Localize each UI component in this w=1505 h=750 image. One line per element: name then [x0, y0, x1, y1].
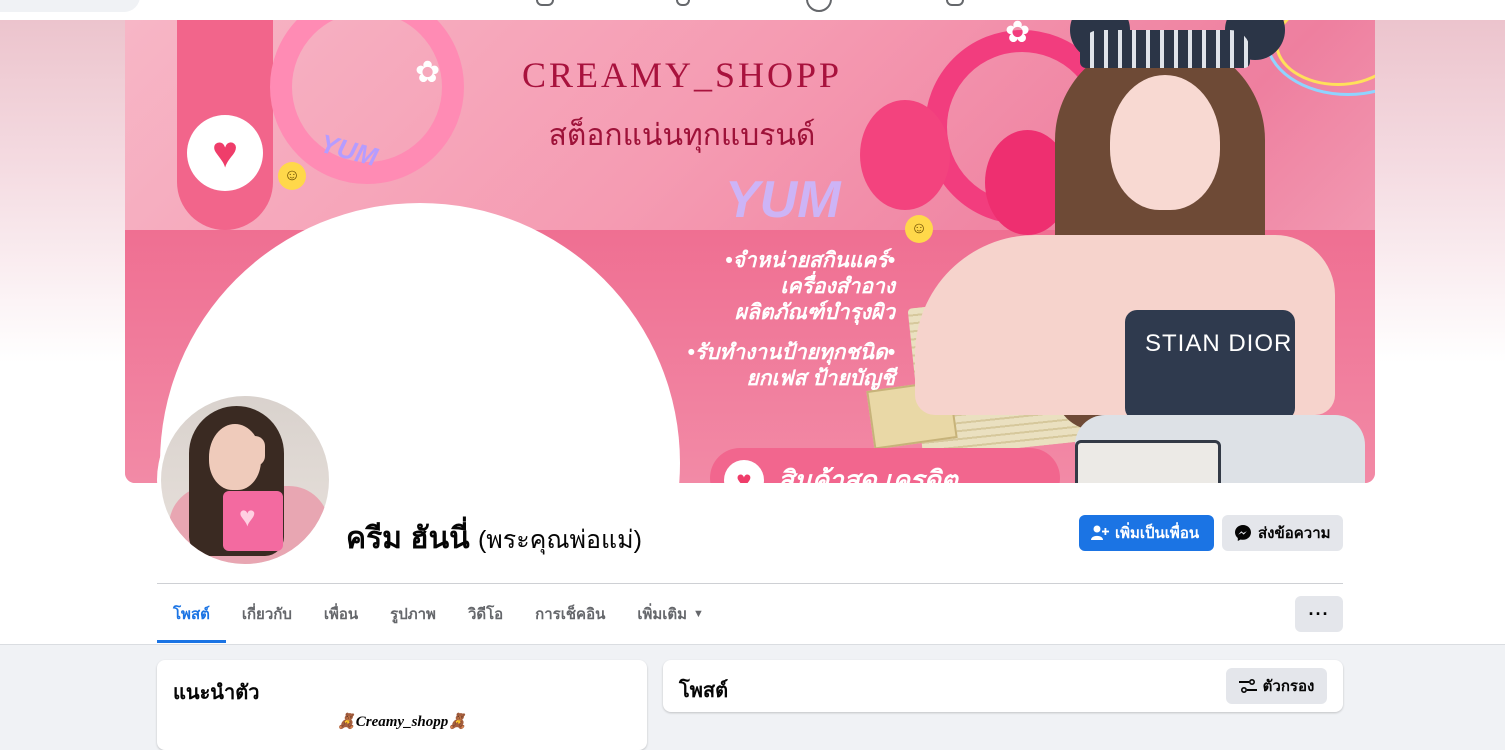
posts-heading: โพสต์ [679, 680, 729, 702]
tab-label: เกี่ยวกับ [241, 606, 292, 623]
more-options-button[interactable]: ··· [1295, 596, 1343, 632]
profile-avatar[interactable] [161, 396, 329, 564]
search-bar[interactable] [0, 0, 140, 12]
add-friend-button[interactable]: เพิ่มเป็นเพื่อน [1079, 515, 1214, 551]
service-line: ยกเฟส ป้ายบัญชี [746, 367, 895, 390]
cover-bottom-banner: ♥ สินค้าสด เครดิต [710, 448, 1060, 483]
illustration-bag [1075, 440, 1221, 483]
flower-icon: ✿ [415, 56, 441, 89]
tab-label: เพิ่มเติม [637, 606, 688, 623]
nav-gaming-icon[interactable] [946, 0, 964, 6]
balloon-decoration [860, 100, 950, 210]
avatar-top [223, 491, 283, 551]
smiley-icon: ☺ [905, 215, 933, 243]
tab-label: รูปภาพ [390, 606, 436, 623]
smiley-icon: ☺ [278, 162, 306, 190]
nav-groups-icon[interactable] [536, 0, 554, 6]
tab-friends[interactable]: เพื่อน [308, 585, 374, 643]
tab-videos[interactable]: วิดีโอ [452, 585, 519, 643]
intro-heading: แนะนำตัว [173, 682, 260, 704]
header-divider [157, 583, 1343, 584]
cover-services-list: •จำหน่ายสกินแคร์• เครื่องสำอาง ผลิตภัณฑ์… [645, 248, 895, 392]
service-line: เครื่องสำอาง [780, 275, 895, 298]
tab-photos[interactable]: รูปภาพ [374, 585, 452, 643]
nav-profile-icon[interactable] [806, 0, 832, 12]
service-line: ผลิตภัณฑ์บำรุงผิว [734, 301, 895, 324]
illustration-face [1110, 75, 1220, 210]
filter-button[interactable]: ตัวกรอง [1226, 668, 1327, 704]
cover-shop-subtitle: สต็อกแน่นทุกแบรนด์ [548, 119, 816, 152]
more-options-icon: ··· [1308, 603, 1330, 624]
tab-label: โพสต์ [173, 606, 210, 623]
message-label: ส่งข้อความ [1258, 525, 1331, 542]
garment-text: STIAN DIOR [1145, 330, 1293, 357]
profile-name: ครีม ฮันนี่ (พระคุณพ่อแม่) [346, 515, 642, 562]
caret-down-icon: ▼ [693, 608, 704, 620]
cover-yum-text: YUM [725, 171, 841, 229]
filter-label: ตัวกรอง [1262, 678, 1315, 695]
tab-about[interactable]: เกี่ยวกับ [226, 585, 308, 643]
profile-name-text: ครีม ฮันนี่ [346, 522, 470, 555]
cover-photo[interactable]: ♥ ☺ ☺ ✿ ✿ YUM YUM CREAMY_SHOPP สต็อกแน่น… [125, 20, 1375, 483]
add-friend-label: เพิ่มเป็นเพื่อน [1115, 525, 1200, 542]
illustration-top [1125, 310, 1295, 420]
illustration-headband [1080, 30, 1250, 68]
tab-label: เพื่อน [323, 606, 359, 623]
cover-bottom-banner-text: สินค้าสด เครดิต [778, 465, 958, 483]
cover-shop-title: CREAMY_SHOPP [521, 55, 843, 95]
messenger-icon [1235, 525, 1251, 541]
service-line: •จำหน่ายสกินแคร์• [725, 249, 895, 272]
tab-checkins[interactable]: การเช็คอิน [519, 585, 621, 643]
tab-posts[interactable]: โพสต์ [157, 585, 226, 643]
nav-marketplace-icon[interactable] [676, 0, 690, 6]
posts-card: โพสต์ ตัวกรอง [663, 660, 1343, 712]
intro-bio: 🧸Creamy_shopp🧸 [337, 714, 467, 730]
profile-alternate-name: (พระคุณพ่อแม่) [477, 526, 642, 554]
service-line: •รับทำงานป้ายทุกชนิด• [687, 341, 895, 364]
filter-icon [1238, 679, 1257, 693]
add-friend-icon [1091, 525, 1109, 540]
heart-icon: ♥ [724, 460, 764, 483]
top-navigation-bar [0, 0, 1505, 20]
heart-icon: ♥ [187, 115, 263, 191]
avatar-hand [243, 436, 265, 466]
intro-card: แนะนำตัว 🧸Creamy_shopp🧸 [157, 660, 647, 750]
flower-icon: ✿ [1005, 20, 1031, 49]
tab-label: วิดีโอ [467, 606, 504, 623]
tab-label: การเช็คอิน [535, 606, 606, 623]
message-button[interactable]: ส่งข้อความ [1222, 515, 1343, 551]
tab-more[interactable]: เพิ่มเติม ▼ [621, 585, 720, 643]
profile-tabs: โพสต์ เกี่ยวกับ เพื่อน รูปภาพ วิดีโอ การ… [157, 585, 720, 643]
